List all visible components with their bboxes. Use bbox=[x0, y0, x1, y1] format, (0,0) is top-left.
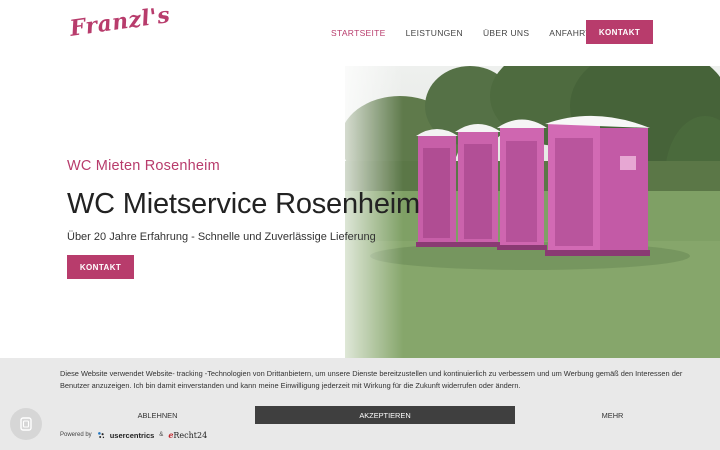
accept-button[interactable]: AKZEPTIEREN bbox=[255, 406, 515, 424]
deny-button[interactable]: ABLEHNEN bbox=[60, 406, 255, 424]
logo[interactable]: Franzl's bbox=[68, 2, 172, 42]
nav-item-ueber-uns[interactable]: ÜBER UNS bbox=[483, 28, 529, 38]
nav-item-leistungen[interactable]: LEISTUNGEN bbox=[406, 28, 463, 38]
cookie-banner: Diese Website verwendet Website- trackin… bbox=[0, 358, 720, 450]
hero-title: WC Mietservice Rosenheim bbox=[67, 188, 420, 220]
hero-section: WC Mieten Rosenheim WC Mietservice Rosen… bbox=[0, 66, 720, 358]
usercentrics-brand[interactable]: usercentrics bbox=[110, 431, 155, 440]
site-header: Franzl's STARTSEITE LEISTUNGEN ÜBER UNS … bbox=[0, 0, 720, 66]
nav-item-anfahrt[interactable]: ANFAHRT bbox=[549, 28, 591, 38]
main-nav: STARTSEITE LEISTUNGEN ÜBER UNS ANFAHRT bbox=[331, 28, 611, 38]
erecht24-rest: Recht24 bbox=[173, 431, 208, 440]
erecht24-brand[interactable]: eRecht24 bbox=[168, 430, 207, 440]
privacy-settings-button[interactable] bbox=[10, 408, 42, 440]
hero-description: Über 20 Jahre Erfahrung - Schnelle und Z… bbox=[67, 231, 376, 243]
powered-by-label: Powered by bbox=[60, 432, 92, 438]
hero-contact-button[interactable]: KONTAKT bbox=[67, 255, 134, 279]
fingerprint-icon bbox=[20, 417, 32, 431]
nav-item-startseite[interactable]: STARTSEITE bbox=[331, 28, 386, 38]
usercentrics-logo-icon bbox=[97, 432, 104, 439]
cookie-text: Diese Website verwendet Website- trackin… bbox=[60, 369, 683, 390]
hero-content: WC Mieten Rosenheim WC Mietservice Rosen… bbox=[67, 158, 467, 279]
more-button[interactable]: MEHR bbox=[515, 406, 710, 424]
ampersand: & bbox=[159, 432, 164, 438]
header-contact-button[interactable]: KONTAKT bbox=[586, 20, 653, 44]
powered-by: Powered by usercentrics & eRecht24 bbox=[60, 430, 207, 440]
hero-subtitle: WC Mieten Rosenheim bbox=[67, 158, 220, 174]
